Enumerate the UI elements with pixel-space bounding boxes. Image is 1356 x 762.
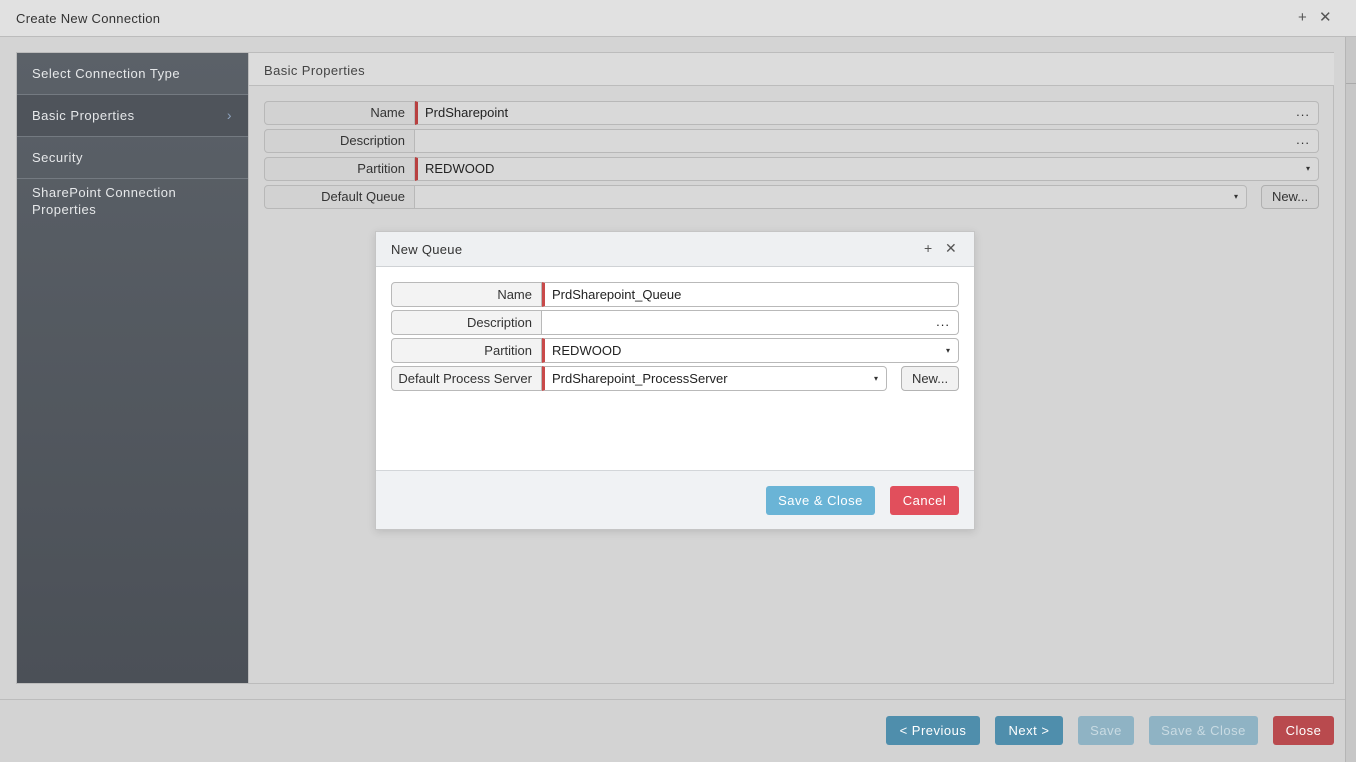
description-row: Description ... — [264, 129, 1319, 153]
queue-partition-select[interactable]: REDWOOD ▾ — [542, 338, 959, 363]
window-title: Create New Connection — [16, 11, 161, 26]
new-queue-dialog: New Queue + ✕ Name PrdSharepoint_Queue D… — [375, 231, 975, 530]
dialog-save-and-close-button[interactable]: Save & Close — [766, 486, 875, 515]
close-icon[interactable]: ✕ — [945, 240, 957, 257]
maximize-icon[interactable]: + — [924, 240, 932, 256]
sidebar-item-label: Select Connection Type — [32, 66, 181, 81]
chevron-down-icon: ▾ — [1305, 164, 1310, 173]
process-server-value: PrdSharepoint_ProcessServer — [552, 371, 728, 386]
wizard-footer: < Previous Next > Save Save & Close Clos… — [0, 699, 1345, 762]
new-queue-button[interactable]: New... — [1261, 185, 1319, 209]
queue-description-field[interactable]: ... — [542, 310, 959, 335]
close-button[interactable]: Close — [1273, 716, 1334, 745]
partition-row: Partition REDWOOD ▾ — [264, 157, 1319, 181]
process-server-label: Default Process Server — [391, 366, 542, 391]
queue-name-field[interactable]: PrdSharepoint_Queue — [542, 282, 959, 307]
content-header: Basic Properties — [249, 53, 1334, 86]
create-connection-window: Create New Connection + ✕ Select Connect… — [0, 0, 1356, 762]
description-label: Description — [264, 129, 415, 153]
previous-button[interactable]: < Previous — [886, 716, 980, 745]
chevron-down-icon: ▾ — [945, 346, 950, 355]
default-queue-row: Default Queue ▾ New... — [264, 185, 1319, 209]
default-queue-label: Default Queue — [264, 185, 415, 209]
partition-label: Partition — [264, 157, 415, 181]
save-and-close-button[interactable]: Save & Close — [1149, 716, 1258, 745]
queue-partition-value: REDWOOD — [552, 343, 622, 358]
queue-description-label: Description — [391, 310, 542, 335]
dialog-titlebar: New Queue + ✕ — [376, 232, 974, 267]
save-button[interactable]: Save — [1078, 716, 1134, 745]
sidebar-item-label: Security — [32, 150, 83, 165]
sidebar-item-label: SharePoint Connection Properties — [32, 185, 177, 217]
more-icon[interactable]: ... — [1296, 129, 1310, 151]
queue-name-label: Name — [391, 282, 542, 307]
default-queue-select[interactable]: ▾ — [415, 185, 1247, 209]
more-icon[interactable]: ... — [1296, 101, 1310, 123]
more-icon[interactable]: ... — [936, 310, 950, 333]
chevron-down-icon: ▾ — [1233, 192, 1238, 201]
chevron-down-icon: ▾ — [873, 374, 878, 383]
process-server-select[interactable]: PrdSharepoint_ProcessServer ▾ — [542, 366, 887, 391]
window-titlebar: Create New Connection + ✕ — [0, 0, 1356, 37]
sidebar-item-security[interactable]: Security — [17, 137, 248, 179]
close-icon[interactable]: ✕ — [1319, 9, 1332, 27]
sidebar-item-label: Basic Properties — [32, 108, 135, 123]
dialog-footer: Save & Close Cancel — [376, 470, 974, 529]
process-server-row: Default Process Server PrdSharepoint_Pro… — [391, 366, 959, 391]
description-field[interactable]: ... — [415, 129, 1319, 153]
name-value: PrdSharepoint — [425, 105, 509, 120]
name-row: Name PrdSharepoint ... — [264, 101, 1319, 125]
sidebar-item-sharepoint-properties[interactable]: SharePoint Connection Properties — [17, 179, 248, 223]
queue-description-row: Description ... — [391, 310, 959, 335]
dialog-cancel-button[interactable]: Cancel — [890, 486, 959, 515]
name-field[interactable]: PrdSharepoint ... — [415, 101, 1319, 125]
page-title: Basic Properties — [264, 63, 366, 78]
partition-value: REDWOOD — [425, 161, 495, 176]
new-process-server-button[interactable]: New... — [901, 366, 959, 391]
queue-name-value: PrdSharepoint_Queue — [552, 287, 682, 302]
dialog-title: New Queue — [391, 242, 463, 257]
sidebar-item-select-connection-type[interactable]: Select Connection Type — [17, 53, 248, 95]
queue-name-row: Name PrdSharepoint_Queue — [391, 282, 959, 307]
sidebar-item-basic-properties[interactable]: Basic Properties › — [17, 95, 248, 137]
queue-partition-row: Partition REDWOOD ▾ — [391, 338, 959, 363]
queue-partition-label: Partition — [391, 338, 542, 363]
name-label: Name — [264, 101, 415, 125]
maximize-icon[interactable]: + — [1298, 9, 1307, 27]
partition-select[interactable]: REDWOOD ▾ — [415, 157, 1319, 181]
next-button[interactable]: Next > — [995, 716, 1063, 745]
background-window-edge — [1345, 37, 1356, 762]
chevron-right-icon: › — [226, 107, 232, 123]
wizard-steps-sidebar: Select Connection Type Basic Properties … — [17, 53, 248, 683]
